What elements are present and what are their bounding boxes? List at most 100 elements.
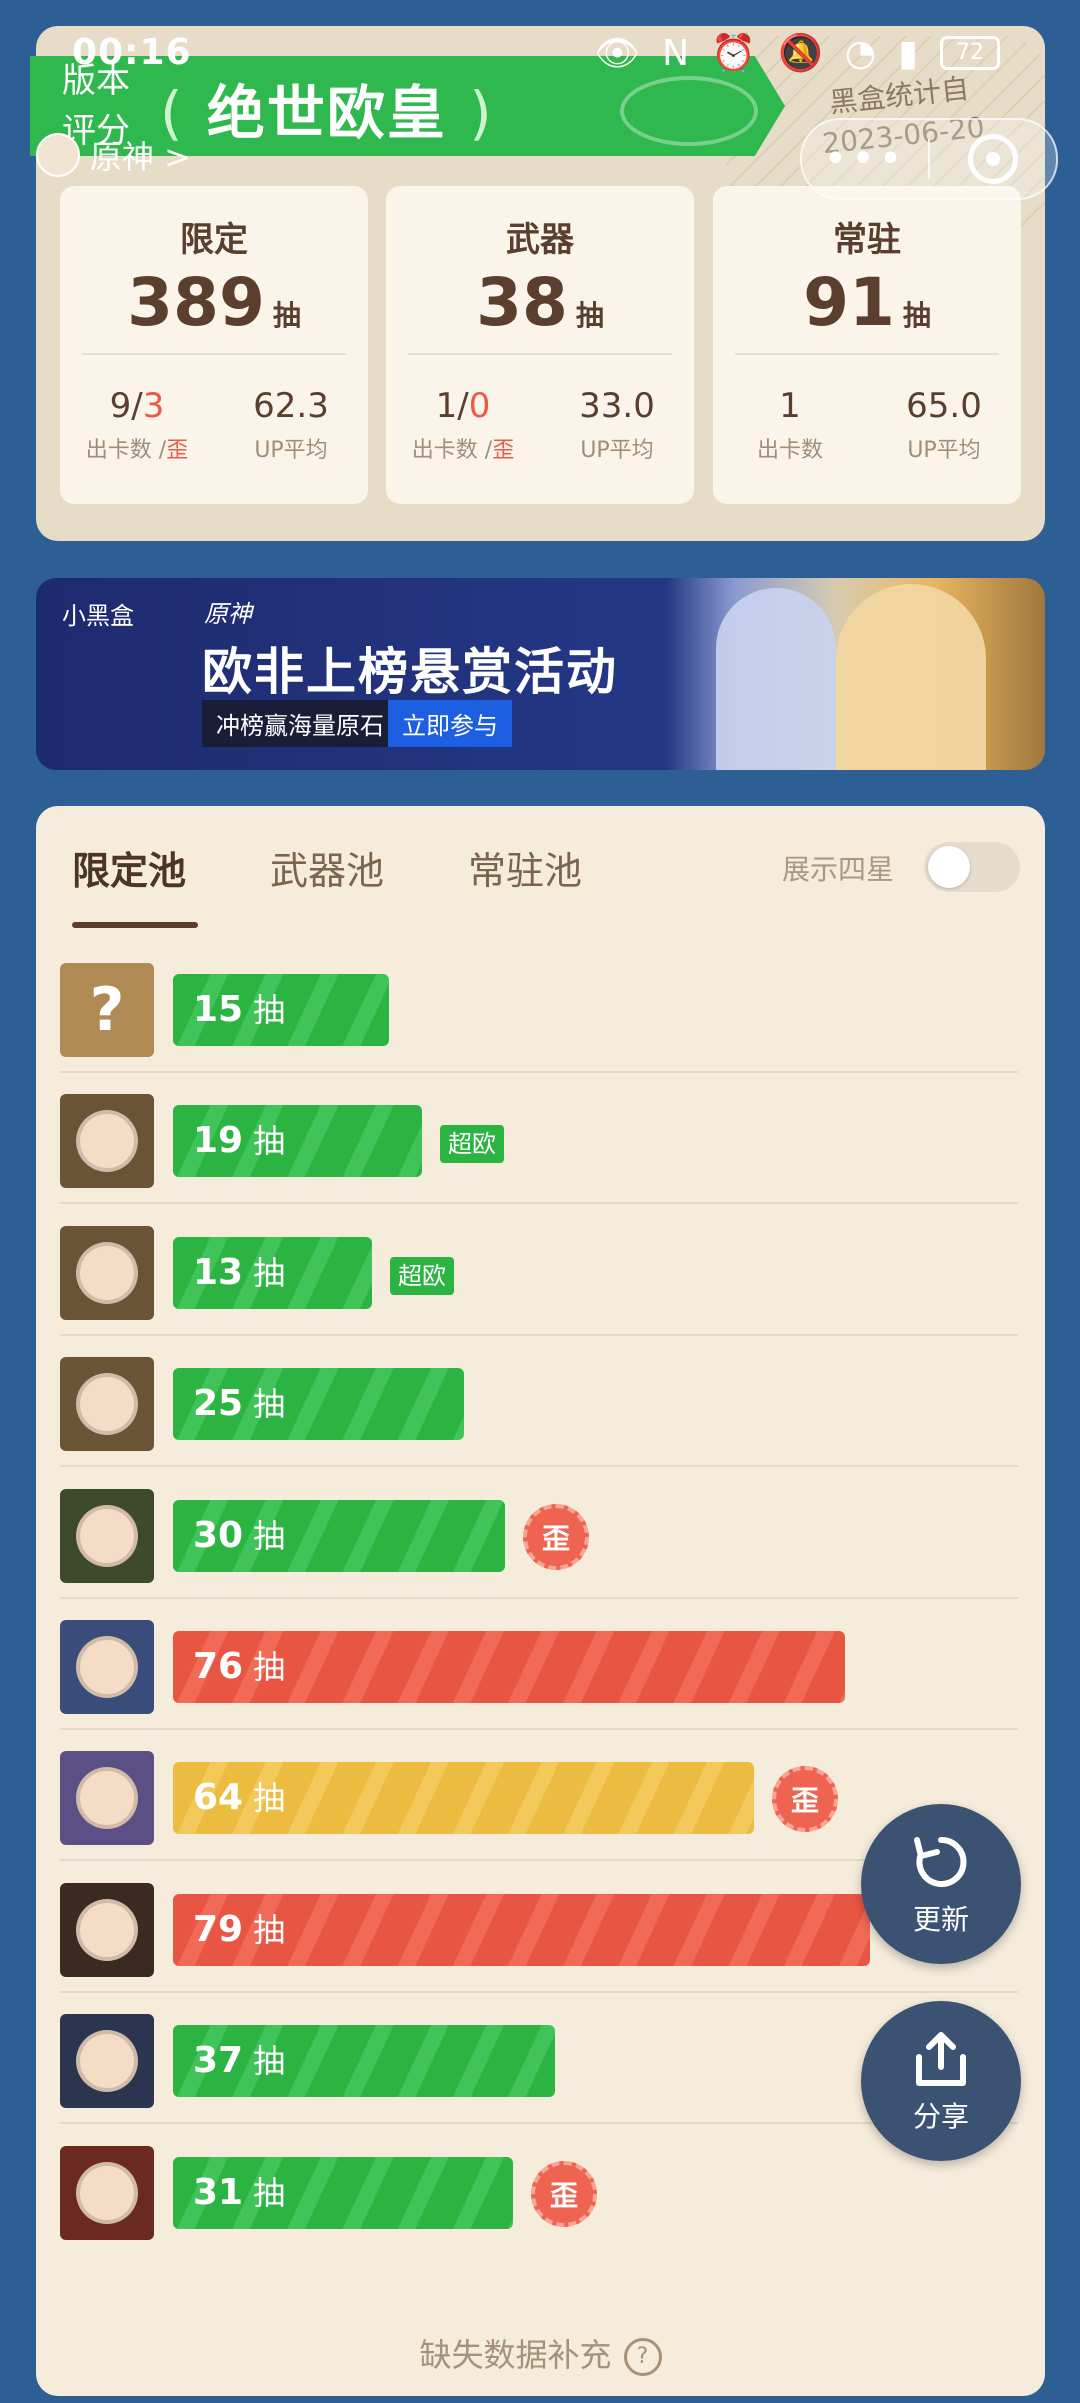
pull-unit: 抽: [253, 2173, 286, 2212]
off-banner-badge: 歪: [523, 1503, 589, 1570]
stat-title: 常驻: [833, 220, 901, 260]
stat-avg: 65.0 UP平均: [906, 386, 982, 463]
stat-avg: 33.0 UP平均: [579, 386, 655, 463]
pull-row: 19 抽超欧: [60, 1073, 1018, 1205]
pull-unit: 抽: [253, 1779, 286, 1818]
help-icon: ?: [623, 2338, 662, 2376]
stat-avg: 62.3 UP平均: [253, 386, 329, 463]
stat-cards: 1/0 出卡数 /歪: [411, 386, 515, 463]
character-avatar: [60, 1620, 154, 1714]
stat-card-limited: 限定 389 抽 9/3 出卡数 /歪 62.3 UP平均: [60, 186, 368, 504]
wifi-icon: ◔: [844, 32, 877, 74]
pull-unit: 抽: [253, 2042, 286, 2081]
stat-count: 38 抽: [476, 264, 604, 341]
ad-character-image: [836, 584, 986, 770]
heihe-logo: 小黑盒: [62, 602, 134, 630]
refresh-button[interactable]: 更新: [861, 1804, 1021, 1964]
off-banner-badge: 歪: [531, 2160, 597, 2227]
pull-count: 37: [193, 2040, 244, 2082]
character-face: [76, 1898, 138, 1961]
nfc-icon: N: [662, 32, 690, 74]
unknown-character-icon: ?: [89, 975, 125, 1045]
pull-count: 76: [193, 1646, 244, 1687]
character-avatar: [60, 2014, 154, 2109]
more-button[interactable]: •••: [802, 136, 928, 182]
event-ad-banner[interactable]: 小黑盒 原神 欧非上榜悬赏活动 冲榜赢海量原石 立即参与: [36, 578, 1045, 770]
pull-row: 13 抽 超欧: [60, 1205, 1018, 1336]
tab-weapon[interactable]: 武器池: [270, 840, 384, 895]
pull-count: 31: [193, 2171, 244, 2213]
stat-title: 武器: [506, 220, 574, 260]
mute-icon: 🔕: [777, 33, 823, 74]
off-banner-badge: 歪: [772, 1766, 838, 1833]
character-avatar: [60, 1094, 154, 1189]
pull-count: 30: [193, 1514, 244, 1556]
character-avatar: ?: [60, 963, 154, 1057]
pull-unit: 抽: [253, 1910, 286, 1949]
pull-row: 30 抽歪: [60, 1468, 1018, 1599]
stat-card-weapon: 武器 38 抽 1/0 出卡数 /歪 33.0 UP平均: [386, 186, 694, 504]
stat-divider: [735, 353, 999, 355]
target-icon: [968, 134, 1018, 184]
pull-count-bar: 25 抽: [173, 1368, 464, 1441]
battery-icon: 72: [940, 36, 1000, 70]
lucky-tag: 超欧: [440, 1125, 504, 1164]
tab-standard[interactable]: 常驻池: [468, 840, 582, 895]
game-selector[interactable]: 原神 >: [36, 132, 191, 178]
eye-icon: 👁: [594, 33, 641, 74]
close-button[interactable]: [930, 134, 1056, 184]
stat-title: 限定: [180, 220, 248, 260]
ad-character-image: [716, 588, 836, 770]
tab-indicator: [72, 922, 198, 928]
stat-divider: [408, 353, 672, 355]
pull-count: 25: [193, 1383, 244, 1425]
pull-count-bar: 76 抽: [173, 1631, 845, 1703]
character-avatar: [60, 1357, 154, 1452]
pull-count-bar: 19 抽: [173, 1105, 422, 1178]
character-avatar: [60, 1225, 154, 1320]
pull-count-bar: 30 抽: [173, 1499, 505, 1572]
tab-limited[interactable]: 限定池: [72, 840, 186, 895]
ad-title: 欧非上榜悬赏活动: [202, 643, 618, 701]
character-face: [76, 2030, 138, 2093]
character-avatar: [60, 1882, 154, 1977]
pull-unit: 抽: [253, 1648, 286, 1686]
character-face: [76, 1636, 138, 1698]
refresh-icon: [914, 1836, 967, 1887]
character-face: [76, 1504, 138, 1567]
pull-unit: 抽: [253, 1253, 286, 1292]
share-button[interactable]: 分享: [861, 2001, 1021, 2161]
pull-count-bar: 64 抽: [173, 1762, 754, 1835]
pull-count-bar: 31 抽: [173, 2156, 513, 2229]
stat-cards: 1 出卡数: [756, 386, 823, 463]
stat-card-standard: 常驻 91 抽 1 出卡数 65.0 UP平均: [713, 186, 1021, 504]
pull-row: ? 15 抽: [60, 942, 1018, 1073]
status-icons: 👁 N ⏰ 🔕 ◔ ▮ 72: [594, 32, 1000, 74]
character-avatar: [60, 1751, 154, 1846]
genshin-logo: 原神: [204, 600, 252, 628]
stat-cards: 9/3 出卡数 /歪: [85, 386, 189, 463]
show-four-star-toggle[interactable]: [924, 842, 1020, 892]
pull-count: 13: [193, 1251, 244, 1293]
status-time: 00:16: [72, 32, 192, 73]
show-four-star-label: 展示四星: [782, 853, 895, 886]
game-name: 原神 >: [90, 138, 191, 176]
pull-count: 15: [193, 989, 244, 1030]
pull-unit: 抽: [253, 1122, 286, 1161]
lucky-tag: 超欧: [390, 1256, 454, 1295]
status-bar: 00:16 👁 N ⏰ 🔕 ◔ ▮ 72: [0, 0, 1080, 100]
mini-program-capsule: •••: [800, 118, 1058, 200]
pull-unit: 抽: [253, 991, 286, 1029]
join-button[interactable]: 立即参与: [388, 700, 512, 747]
pull-row: 31 抽歪: [60, 2125, 1018, 2256]
pull-unit: 抽: [253, 1385, 286, 1424]
refresh-label: 更新: [912, 1903, 969, 1936]
stat-count: 91 抽: [803, 264, 931, 341]
wish-history-panel: 限定池 武器池 常驻池 展示四星 ? 15 抽 19 抽超欧 13 抽超欧 25 抽 30 抽歪 76…: [36, 806, 1045, 2396]
signal-icon: ▮: [898, 32, 918, 74]
toggle-knob: [928, 846, 970, 888]
pull-unit: 抽: [253, 1516, 286, 1555]
pull-count-bar: 15 抽: [173, 974, 389, 1046]
stat-divider: [82, 353, 346, 355]
missing-data-link[interactable]: 缺失数据补充?: [36, 2330, 1045, 2376]
